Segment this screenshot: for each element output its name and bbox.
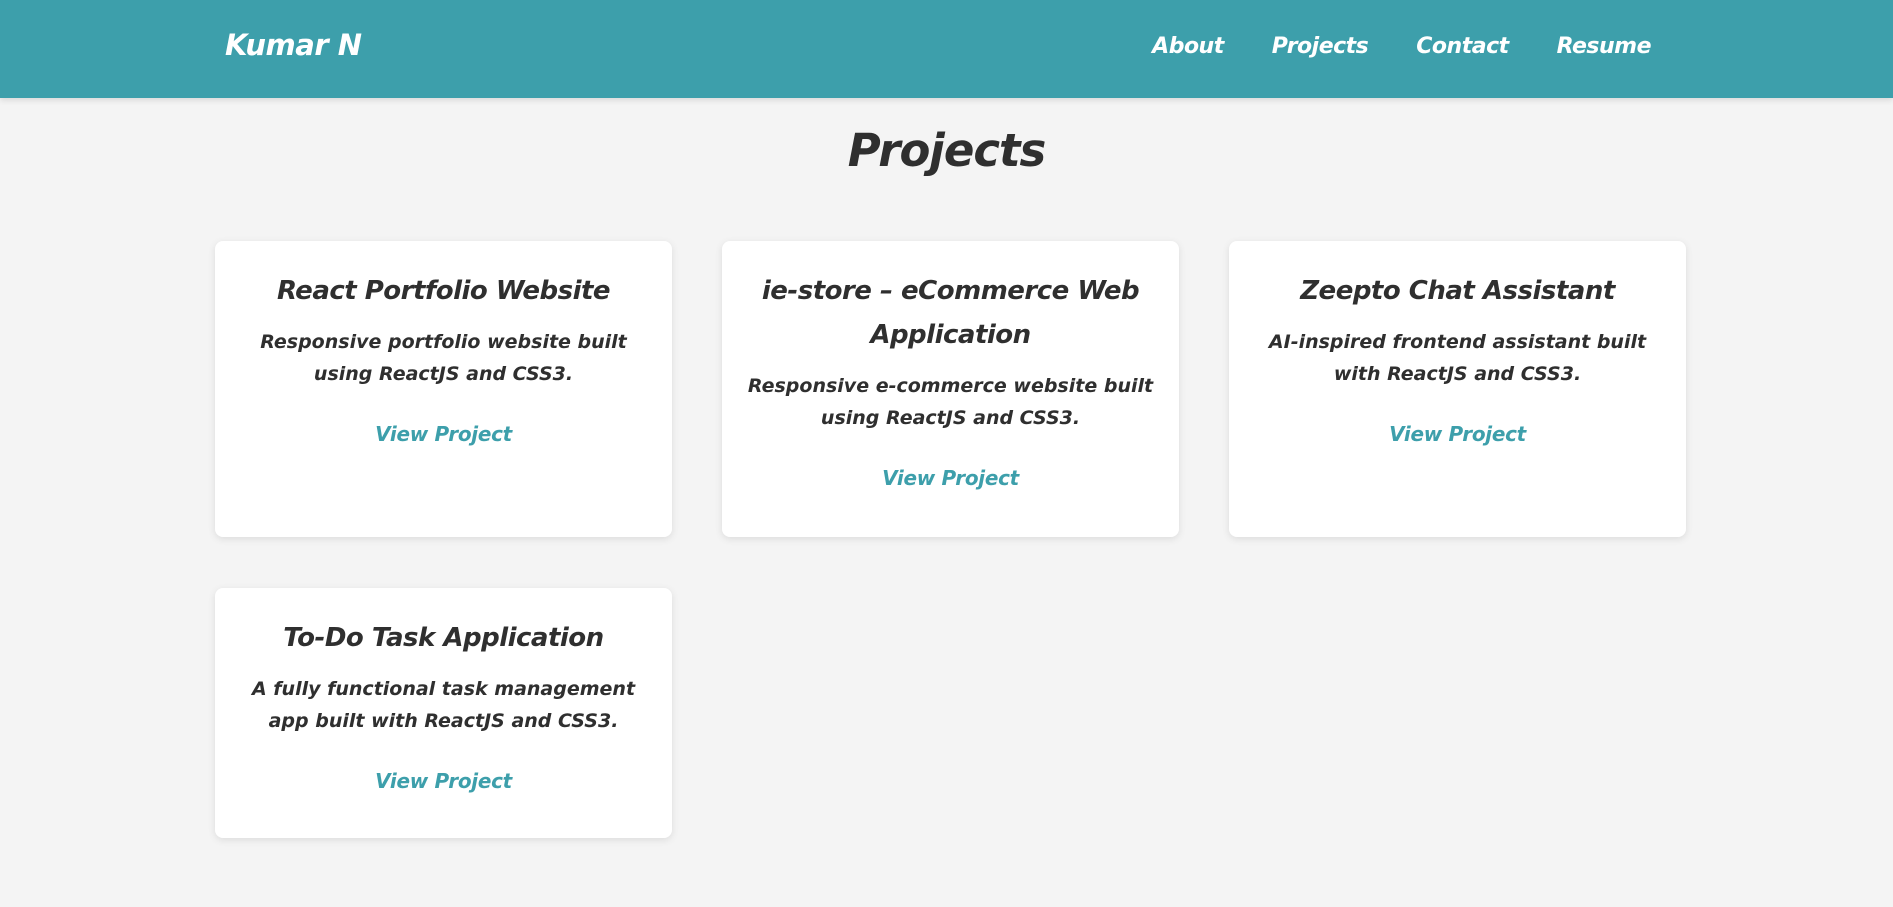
page-title: Projects <box>847 124 1047 177</box>
project-card-title: To-Do Task Application <box>283 623 604 653</box>
project-card-title: Zeepto Chat Assistant <box>1300 276 1615 306</box>
view-project-link[interactable]: View Project <box>882 466 1019 490</box>
nav-link-resume[interactable]: Resume <box>1557 34 1652 59</box>
project-card-title: ie-store – eCommerce Web Application <box>761 276 1140 350</box>
view-project-link[interactable]: View Project <box>375 422 512 446</box>
nav-link-projects[interactable]: Projects <box>1272 34 1369 59</box>
brand-logo-text[interactable]: Kumar N <box>225 28 362 62</box>
project-card-description: A fully functional task management app b… <box>251 678 636 732</box>
project-card-description: Responsive portfolio website built using… <box>260 331 627 385</box>
project-card-todo-app: To-Do Task Application A fully functiona… <box>215 588 672 838</box>
nav-link-contact[interactable]: Contact <box>1416 34 1509 59</box>
project-card-ie-store: ie-store – eCommerce Web Application Res… <box>722 241 1179 537</box>
project-card-description: Responsive e-commerce website built usin… <box>747 375 1154 429</box>
project-card-zeepto-chat: Zeepto Chat Assistant AI-inspired fronte… <box>1229 241 1686 537</box>
nav-menu: About Projects Contact Resume <box>1152 34 1651 59</box>
nav-link-about[interactable]: About <box>1152 34 1224 59</box>
view-project-link[interactable]: View Project <box>1389 422 1526 446</box>
navbar: Kumar N About Projects Contact Resume <box>0 0 1893 98</box>
project-card-title: React Portfolio Website <box>276 276 611 306</box>
project-card-description: AI-inspired frontend assistant built wit… <box>1268 331 1647 385</box>
view-project-link[interactable]: View Project <box>375 769 512 793</box>
project-card-react-portfolio: React Portfolio Website Responsive portf… <box>215 241 672 537</box>
